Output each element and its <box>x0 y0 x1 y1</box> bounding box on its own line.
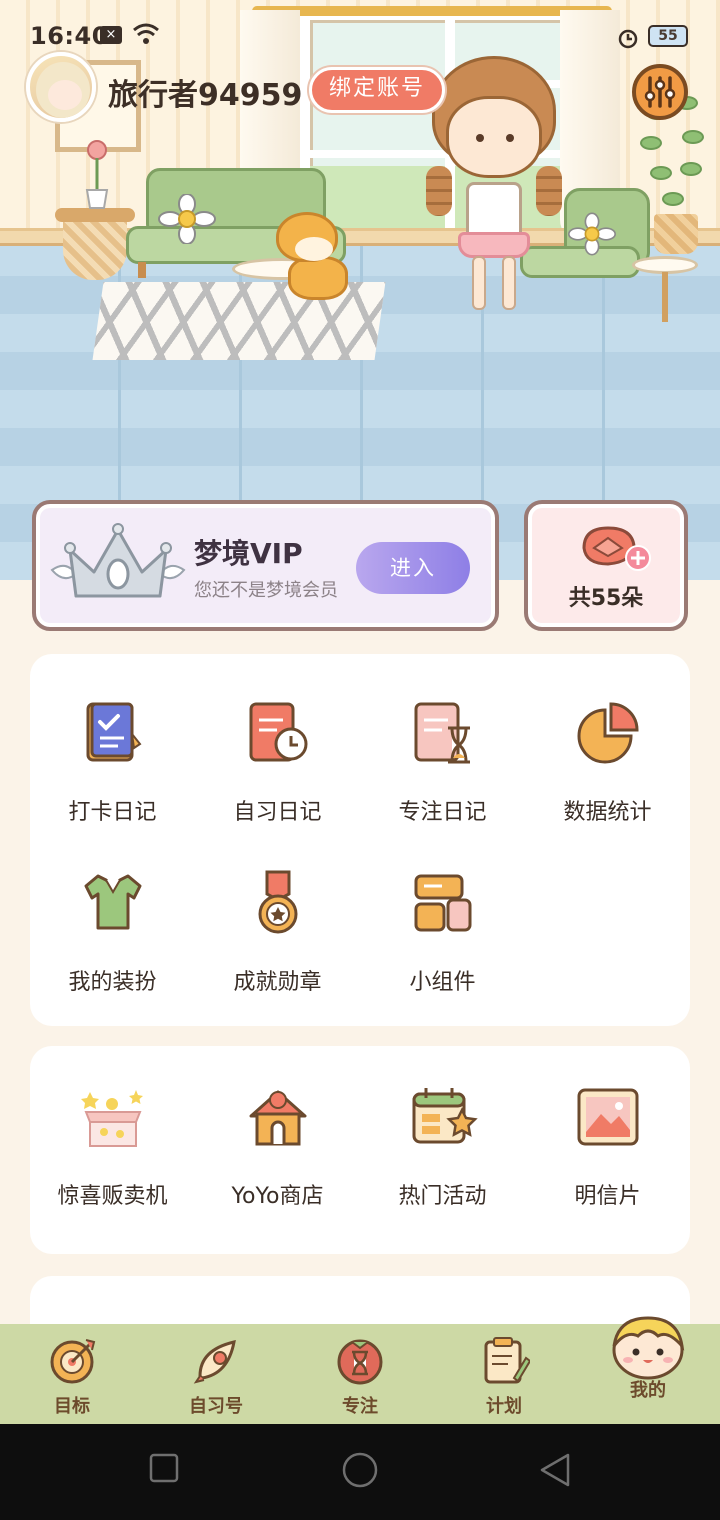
statistics-pie-icon <box>577 702 639 764</box>
checkin-diary-icon <box>86 702 141 762</box>
menu-label: 明信片 <box>574 1184 641 1209</box>
widget-icon <box>414 874 471 932</box>
status-time: 16:40 <box>30 22 109 50</box>
menu-item-postcards[interactable]: 明信片 <box>525 1082 690 1210</box>
menu-item-hot-events[interactable]: 热门活动 <box>360 1082 525 1210</box>
system-navigation-bar <box>0 1424 720 1520</box>
menu-label: 专注日记 <box>398 800 487 825</box>
store-panel: 惊喜贩卖机 YoYo商店 热门活动 明信片 <box>30 1046 690 1254</box>
vip-title: 梦境VIP <box>194 537 303 570</box>
menu-item-statistics[interactable]: 数据统计 <box>525 698 690 826</box>
tab-focus[interactable]: 专注 <box>288 1324 432 1424</box>
flower-count: 共55朵 <box>568 586 644 611</box>
username: 旅行者94959 <box>108 78 303 113</box>
vip-enter-button[interactable]: 进入 <box>356 542 470 594</box>
recent-apps-icon[interactable] <box>148 1452 180 1484</box>
menu-label: 我的装扮 <box>68 970 157 995</box>
vip-subtitle: 您还不是梦境会员 <box>194 580 338 601</box>
menu-item-widgets[interactable]: 小组件 <box>360 868 525 996</box>
tab-label: 计划 <box>486 1396 522 1417</box>
tab-label: 我的 <box>630 1380 666 1401</box>
menu-label: 数据统计 <box>563 800 652 825</box>
alarm-icon <box>618 29 638 49</box>
status-bar: 16:40 × 55 <box>0 0 720 72</box>
wifi-icon <box>133 23 159 44</box>
flower-add-icon <box>582 526 651 571</box>
menu-label: 小组件 <box>409 970 476 995</box>
tab-plan[interactable]: 计划 <box>432 1324 576 1424</box>
menu-label: 热门活动 <box>398 1184 487 1209</box>
notification-icon: × <box>100 26 122 44</box>
features-panel: 打卡日记 自习日记 专注日记 数据统计 我的装扮 成就勋章 小组件 <box>30 654 690 1026</box>
menu-item-outfit[interactable]: 我的装扮 <box>30 868 195 996</box>
home-icon[interactable] <box>340 1452 380 1492</box>
sliders-icon <box>644 76 676 108</box>
shiba-dog[interactable] <box>272 212 362 304</box>
vip-card[interactable]: 梦境VIP 您还不是梦境会员 进入 <box>32 500 499 631</box>
avatar[interactable] <box>26 52 96 122</box>
menu-item-surprise-vending[interactable]: 惊喜贩卖机 <box>30 1082 195 1210</box>
target-icon <box>50 1339 96 1384</box>
side-table-with-vase <box>55 140 135 284</box>
outfit-icon <box>84 874 141 930</box>
menu-label: 惊喜贩卖机 <box>57 1184 168 1209</box>
shop-icon <box>249 1090 306 1146</box>
menu-item-medals[interactable]: 成就勋章 <box>195 868 360 996</box>
tomato-timer-icon <box>337 1339 383 1385</box>
event-calendar-icon <box>412 1088 478 1144</box>
settings-button[interactable] <box>632 64 688 120</box>
menu-item-yoyo-shop[interactable]: YoYo商店 <box>195 1082 360 1210</box>
tab-label: 专注 <box>342 1396 378 1417</box>
tab-goals[interactable]: 目标 <box>0 1324 144 1424</box>
menu-label: YoYo商店 <box>231 1184 324 1209</box>
round-side-table <box>632 256 698 326</box>
surprise-vending-icon <box>80 1090 143 1147</box>
tab-label: 目标 <box>54 1396 90 1417</box>
crown-icon <box>50 523 186 598</box>
medal-icon <box>258 870 297 934</box>
menu-label: 自习日记 <box>233 800 322 825</box>
postcard-icon <box>577 1088 638 1146</box>
bind-account-button[interactable]: 绑定账号 <box>309 67 445 113</box>
rocket-icon <box>193 1340 236 1384</box>
tab-study-room[interactable]: 自习号 <box>144 1324 288 1424</box>
menu-item-study-diary[interactable]: 自习日记 <box>195 698 360 826</box>
menu-item-checkin-diary[interactable]: 打卡日记 <box>30 698 195 826</box>
battery-indicator: 55 <box>648 25 688 47</box>
menu-label: 成就勋章 <box>233 970 322 995</box>
menu-label: 打卡日记 <box>68 800 157 825</box>
focus-diary-icon <box>414 702 470 764</box>
tab-mine[interactable]: 我的 <box>576 1316 720 1424</box>
bottom-tab-bar: 目标 自习号 专注 计划 我的 <box>0 1316 720 1424</box>
profile-face-icon <box>612 1316 685 1380</box>
clipboard-icon <box>484 1337 532 1384</box>
potted-plant <box>640 96 710 266</box>
flower-balance-card[interactable]: 共55朵 <box>524 500 688 631</box>
back-icon[interactable] <box>538 1452 574 1488</box>
tab-label: 自习号 <box>189 1396 243 1417</box>
menu-item-focus-diary[interactable]: 专注日记 <box>360 698 525 826</box>
study-diary-icon <box>249 702 307 762</box>
